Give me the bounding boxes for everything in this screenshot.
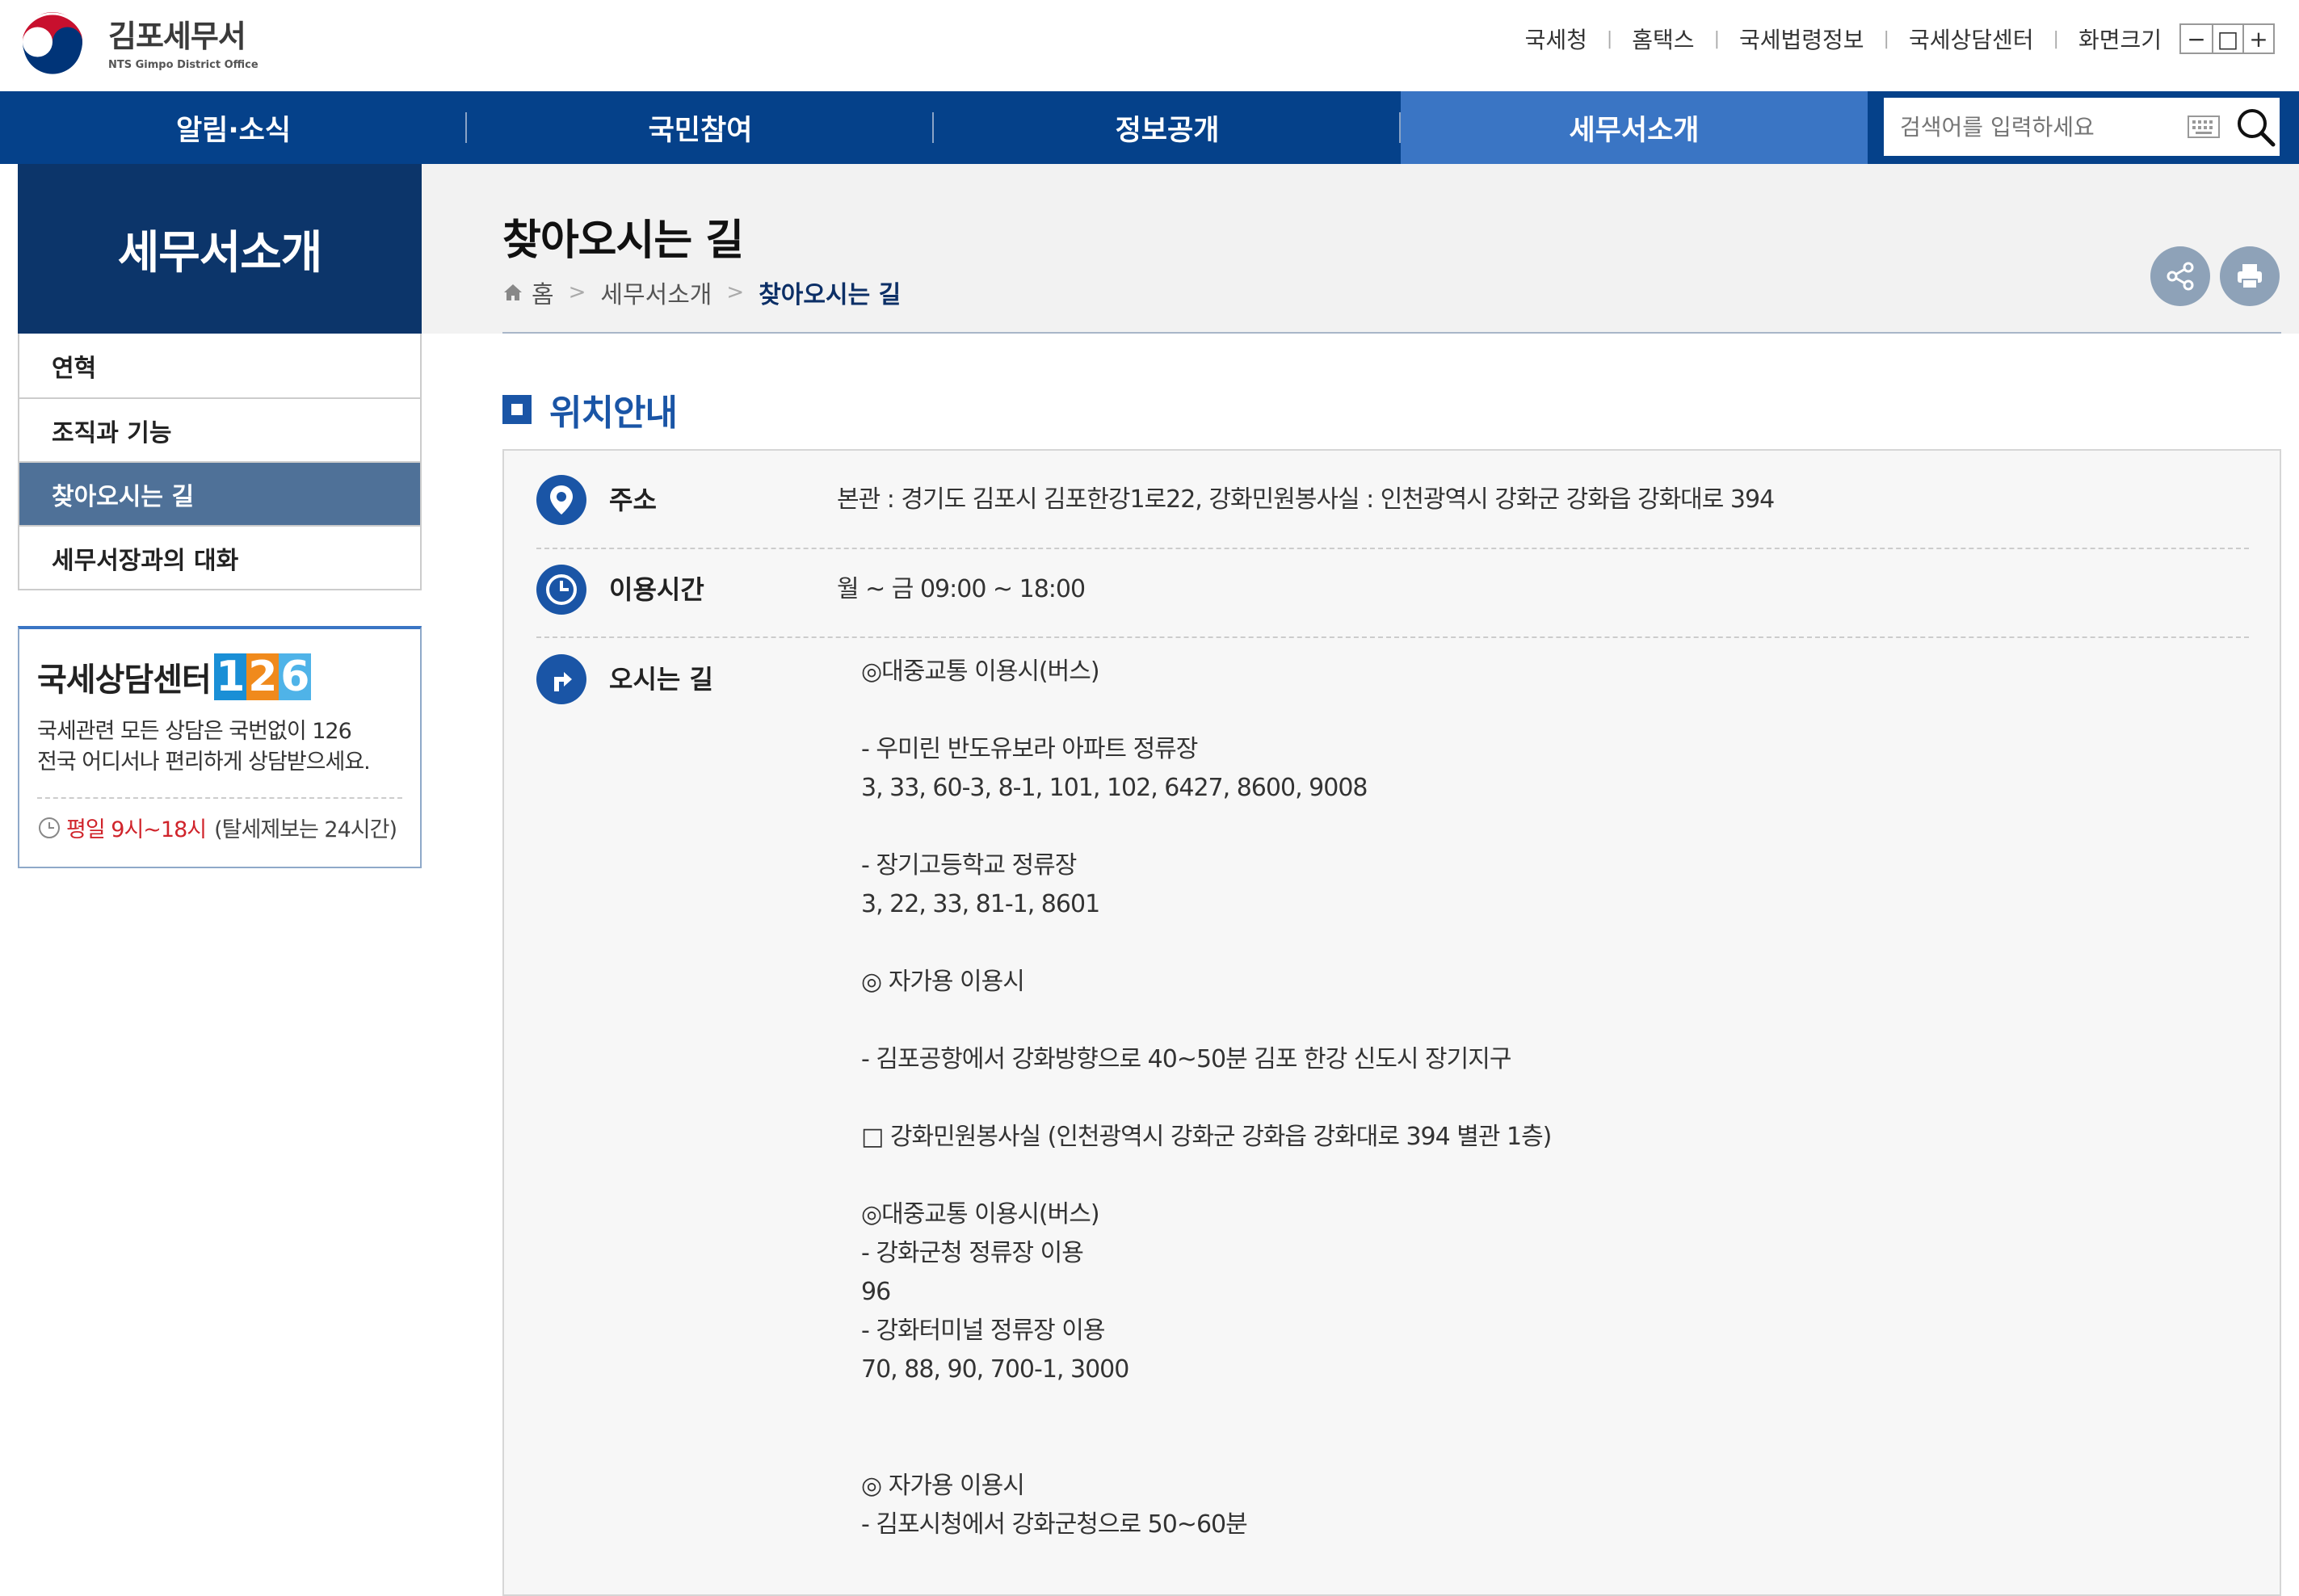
directions-line	[861, 808, 1551, 846]
weekday-hours: 평일 9시~18시	[66, 817, 207, 842]
screen-size-label: 화면크기	[2078, 27, 2162, 53]
directions-line: - 강화터미널 정류장 이용	[861, 1317, 1105, 1345]
page-title: 찾아오시는 길	[502, 216, 744, 265]
directions-line	[861, 1428, 1551, 1467]
util-link-law-info[interactable]: 국세법령정보	[1739, 23, 1864, 55]
chevron-right-icon: >	[726, 280, 745, 304]
call-center-desc: 국세관련 모든 상담은 국번없이 126	[37, 719, 352, 744]
search-box	[1884, 98, 2280, 156]
square-bullet-icon	[502, 395, 532, 424]
site-logo[interactable]: 김포세무서 NTS Gimpo District Office	[16, 10, 258, 82]
divider	[37, 797, 402, 799]
directions-line: ◎ 자가용 이용시	[861, 968, 1025, 996]
sidebar-title: 세무서소개	[18, 164, 422, 334]
sidebar-item-chief-dialogue[interactable]: 세무서장과의 대화	[19, 525, 420, 589]
hours-value: 월 ~ 금 09:00 ~ 18:00	[837, 575, 1086, 603]
sidebar-item-directions[interactable]: 찾아오시는 길	[19, 461, 420, 525]
chevron-right-icon: >	[568, 280, 586, 304]
address-row: 주소 본관 : 경기도 김포시 김포한강1로22, 강화민원봉사실 : 인천광역…	[536, 475, 2249, 525]
address-label: 주소	[609, 485, 657, 515]
divider	[536, 548, 2249, 549]
directions-line: 70, 88, 90, 700-1, 3000	[861, 1355, 1129, 1384]
zoom-out-button[interactable]: −	[2181, 25, 2212, 52]
keyboard-icon[interactable]	[2188, 116, 2220, 138]
logo-title: 김포세무서	[108, 19, 246, 54]
nav-item-participation[interactable]: 국민참여	[467, 91, 934, 164]
breadcrumb: 홈 > 세무서소개 > 찾아오시는 길	[502, 275, 901, 310]
call-number-126: 1 2 6	[213, 653, 311, 700]
call-digit: 2	[246, 653, 279, 700]
directions-label: 오시는 길	[609, 664, 713, 695]
clock-icon	[39, 817, 60, 838]
directions-line: □ 강화민원봉사실 (인천광역시 강화군 강화읍 강화대로 394 별관 1층)	[861, 1123, 1552, 1151]
directions-line: 3, 22, 33, 81-1, 8601	[861, 890, 1100, 918]
share-button[interactable]	[2150, 246, 2210, 306]
hours-row: 이용시간 월 ~ 금 09:00 ~ 18:00	[536, 565, 2249, 615]
call-center-banner[interactable]: 국세상담센터 1 2 6 국세관련 모든 상담은 국번없이 126 전국 어디서…	[18, 626, 422, 868]
directions-line	[861, 1002, 1551, 1040]
call-center-title: 국세상담센터	[37, 662, 212, 699]
directions-line	[861, 924, 1551, 963]
share-icon	[2167, 262, 2194, 291]
home-icon	[504, 284, 522, 300]
breadcrumb-current: 찾아오시는 길	[759, 281, 902, 309]
directions-line: - 김포시청에서 강화군청으로 50~60분	[861, 1510, 1248, 1539]
directions-line: ◎대중교통 이용시(버스)	[861, 1200, 1100, 1228]
nav-item-about[interactable]: 세무서소개	[1401, 91, 1868, 164]
utility-nav: 국세청 | 홈택스 | 국세법령정보 | 국세상담센터 | 화면크기 − □ +	[1525, 23, 2275, 55]
nav-item-disclosure[interactable]: 정보공개	[934, 91, 1401, 164]
site-header: 김포세무서 NTS Gimpo District Office 국세청 | 홈택…	[0, 0, 2299, 91]
breadcrumb-home[interactable]: 홈	[532, 275, 554, 310]
location-info-box: 주소 본관 : 경기도 김포시 김포한강1로22, 강화민원봉사실 : 인천광역…	[502, 449, 2281, 1596]
directions-line	[861, 1389, 1551, 1428]
directions-line	[861, 1079, 1551, 1118]
section-title: 위치안내	[502, 384, 678, 435]
util-link-nts[interactable]: 국세청	[1525, 23, 1587, 55]
directions-line: 96	[861, 1278, 891, 1306]
directions-line: - 김포공항에서 강화방향으로 40~50분 김포 한강 신도시 장기지구	[861, 1045, 1511, 1073]
call-center-desc: 전국 어디서나 편리하게 상담받으세요.	[37, 750, 371, 775]
directions-line: - 장기고등학교 정류장	[861, 851, 1077, 880]
direction-arrow-icon	[536, 654, 586, 704]
directions-line: ◎ 자가용 이용시	[861, 1472, 1025, 1500]
main-nav: 알림·소식 국민참여 정보공개 세무서소개	[0, 91, 2299, 164]
util-link-hometax[interactable]: 홈택스	[1632, 23, 1694, 55]
map-pin-icon	[536, 475, 586, 525]
sidebar-item-organization[interactable]: 조직과 기능	[19, 397, 420, 461]
call-digit: 6	[278, 653, 311, 700]
printer-icon	[2238, 264, 2262, 289]
directions-text: ◎대중교통 이용시(버스) - 우미린 반도유보라 아파트 정류장 3, 33,…	[861, 653, 1552, 1544]
directions-line: - 우미린 반도유보라 아파트 정류장	[861, 735, 1198, 763]
zoom-reset-button[interactable]: □	[2212, 25, 2242, 52]
header-divider	[502, 332, 2281, 334]
report-hours: (탈세제보는 24시간)	[214, 817, 397, 842]
taegeuk-logo-icon	[19, 12, 86, 80]
zoom-controls: − □ +	[2179, 23, 2275, 54]
directions-line	[861, 691, 1551, 730]
logo-subtitle: NTS Gimpo District Office	[108, 59, 258, 71]
directions-line: - 강화군청 정류장 이용	[861, 1239, 1084, 1267]
hours-label: 이용시간	[609, 574, 704, 605]
search-icon[interactable]	[2234, 106, 2276, 148]
print-button[interactable]	[2220, 246, 2280, 306]
search-input[interactable]	[1884, 103, 2183, 151]
breadcrumb-section[interactable]: 세무서소개	[600, 275, 712, 310]
sidebar-item-history[interactable]: 연혁	[19, 334, 420, 397]
directions-line: 3, 33, 60-3, 8-1, 101, 102, 6427, 8600, …	[861, 774, 1368, 802]
sidebar-menu: 연혁 조직과 기능 찾아오시는 길 세무서장과의 대화	[18, 334, 422, 590]
clock-icon	[536, 565, 586, 615]
address-value: 본관 : 경기도 김포시 김포한강1로22, 강화민원봉사실 : 인천광역시 강…	[837, 485, 1775, 514]
divider	[536, 636, 2249, 638]
call-digit: 1	[213, 653, 246, 700]
zoom-in-button[interactable]: +	[2242, 25, 2273, 52]
directions-line: ◎대중교통 이용시(버스)	[861, 657, 1100, 686]
section-title-text: 위치안내	[549, 393, 678, 434]
util-link-consult-center[interactable]: 국세상담센터	[1909, 23, 2034, 55]
directions-line	[861, 1157, 1551, 1195]
nav-item-news[interactable]: 알림·소식	[0, 91, 467, 164]
